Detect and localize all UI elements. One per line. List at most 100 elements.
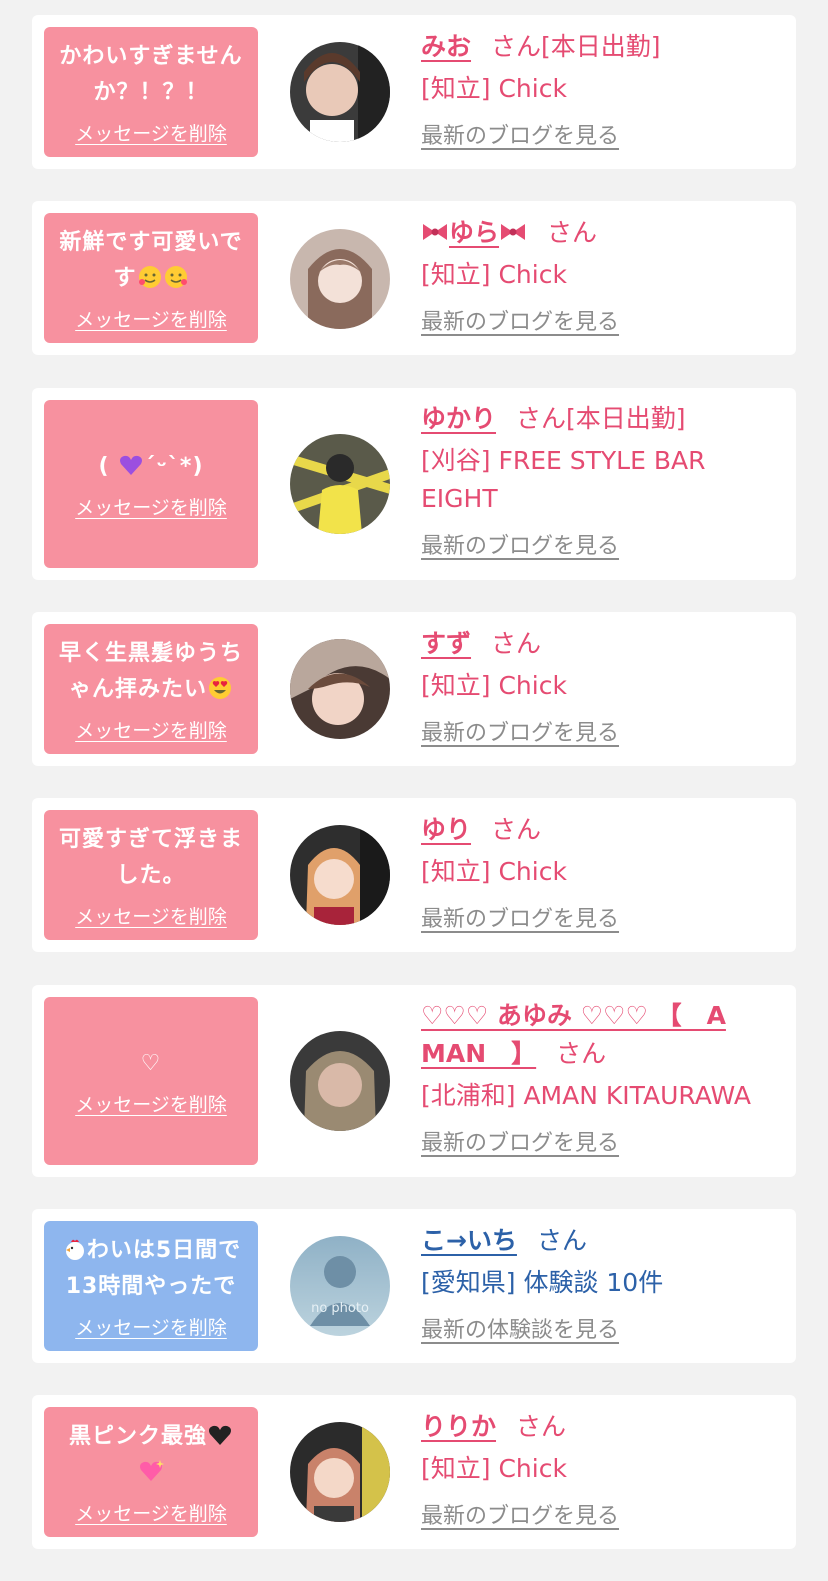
message-bubble: 可愛すぎて浮きま した。 メッセージを削除 [44,810,258,940]
message-text: 黒ピンク最強 [69,1419,233,1491]
smiling-face-with-hearts-icon [138,265,161,288]
message-bubble: ( ´ᵕ`*) メッセージを削除 [44,400,258,568]
delete-message-link[interactable]: メッセージを削除 [75,305,227,332]
message-line: 黒ピンク最強 [69,1419,233,1455]
delete-message-link[interactable]: メッセージを削除 [75,119,227,146]
avatar[interactable] [290,434,390,534]
message-line: ♡ [140,1050,162,1076]
cast-name-link[interactable]: すず [421,629,471,658]
delete-message-link[interactable]: メッセージを削除 [75,716,227,743]
message-line: 可愛すぎて浮きま [58,826,243,852]
san-label: さん [556,1039,607,1068]
message-line: かわいすぎません [59,43,243,69]
avatar[interactable] [290,229,390,329]
name-line: ♡♡♡ あゆみ ♡♡♡ 【 A MAN 】さん [421,997,782,1073]
name-line: ゆかり さん[本日出勤] [421,400,782,438]
card-info: ゆら さん [知立] Chick 最新のブログを見る [421,214,782,342]
delete-message-link[interactable]: メッセージを削除 [75,1313,227,1340]
name-line: りりか さん [421,1408,782,1446]
san-label: さん [516,1412,567,1441]
delete-message-link[interactable]: メッセージを削除 [75,902,227,929]
name-line: こ→いち さん [421,1222,782,1260]
avatar[interactable] [290,1422,390,1522]
review-count: [愛知県] 体験談 10件 [421,1268,664,1297]
avatar-photo-icon [290,434,390,534]
latest-blog-link[interactable]: 最新のブログを見る [421,528,619,566]
avatar-photo-icon [290,42,390,142]
delete-message-link[interactable]: メッセージを削除 [75,1090,227,1117]
cast-name-link[interactable]: みお [421,32,471,61]
name-line: みお さん[本日出勤] [421,28,782,66]
message-bubble: 早く生黒髪ゆうち ゃん拝みたい メッセージを削除 [44,624,258,754]
cast-name-link[interactable]: ゆかり [421,404,496,433]
san-label: さん [491,629,542,658]
message-card: ♡ メッセージを削除 ♡♡♡ あゆみ ♡♡♡ 【 A MAN 】さん [北浦和]… [32,985,796,1177]
cast-name-link[interactable]: MAN 】 [421,1039,536,1068]
latest-blog-link[interactable]: 最新のブログを見る [421,901,619,939]
avatar-photo-icon [290,825,390,925]
avatar[interactable] [290,42,390,142]
san-label: さん [491,815,542,844]
card-info: ♡♡♡ あゆみ ♡♡♡ 【 A MAN 】さん [北浦和] AMAN KITAU… [421,997,782,1163]
latest-blog-link[interactable]: 最新のブログを見る [421,304,619,342]
reviewer-name-link[interactable]: こ→いち [421,1226,517,1255]
card-info: こ→いち さん [愛知県] 体験談 10件 最新の体験談を見る [421,1222,782,1350]
message-line: わいは5日間で [61,1233,241,1269]
shop-name: [北浦和] AMAN KITAURAWA [421,1081,751,1110]
card-info: りりか さん [知立] Chick 最新のブログを見る [421,1408,782,1536]
card-info: みお さん[本日出勤] [知立] Chick 最新のブログを見る [421,28,782,156]
message-card: 早く生黒髪ゆうち ゃん拝みたい メッセージを削除 すず さん [知立] Chick… [32,612,796,766]
latest-blog-link[interactable]: 最新のブログを見る [421,715,619,753]
ribbon-bow-icon [423,224,447,240]
message-bubble: 黒ピンク最強 メッセージを削除 [44,1407,258,1537]
message-text: 新鮮です可愛いで す [59,225,242,297]
delete-message-link[interactable]: メッセージを削除 [75,493,227,520]
no-photo-silhouette-icon: no photo [290,1236,390,1336]
san-label: さん[本日出勤] [516,404,686,433]
message-line: ゃん拝みたい [59,672,243,708]
message-line: 早く生黒髪ゆうち [58,640,243,666]
cast-name-link[interactable]: ゆら [421,218,527,247]
no-photo-caption: no photo [311,1301,369,1316]
latest-review-link[interactable]: 最新の体験談を見る [421,1312,619,1350]
card-info: ゆかり さん[本日出勤] [刈谷] FREE STYLE BAR EIGHT 最新… [421,400,782,566]
avatar[interactable] [290,639,390,739]
avatar[interactable] [290,825,390,925]
avatar-photo-icon [290,1031,390,1131]
latest-blog-link[interactable]: 最新のブログを見る [421,1125,619,1163]
name-line: ゆり さん [421,811,782,849]
cast-name-link[interactable]: ゆり [421,815,471,844]
avatar[interactable]: no photo [290,1236,390,1336]
san-label: さん[本日出勤] [491,32,661,61]
cast-name-link[interactable]: ♡♡♡ あゆみ ♡♡♡ 【 A [421,997,782,1035]
message-line: した。 [116,862,186,888]
avatar[interactable] [290,1031,390,1131]
shop-line: EIGHT [421,484,498,513]
shop-name: [知立] Chick [421,857,567,886]
message-line: ( ´ᵕ`*) [98,453,204,479]
shop-name: [刈谷] FREE STYLE BAR EIGHT [421,442,782,518]
message-text: わいは5日間で 13時間やったで [61,1233,241,1305]
name-line: ゆら さん [421,214,782,252]
message-card: ( ´ᵕ`*) メッセージを削除 ゆかり さん[本日出勤] [刈谷] FREE S… [32,388,796,580]
message-text: 可愛すぎて浮きま した。 [59,822,243,894]
message-card: 黒ピンク最強 メッセージを削除 りりか さん [知立] Chick 最新のブログを… [32,1395,796,1549]
message-card: 新鮮です可愛いで す メッセージを削除 ゆら さん [知立] Chick 最新のブ… [32,201,796,355]
latest-blog-link[interactable]: 最新のブログを見る [421,1498,619,1536]
purple-heart-icon [120,455,143,475]
message-line: 13時間やったで [65,1273,237,1299]
rooster-icon [65,1239,84,1260]
card-info: すず さん [知立] Chick 最新のブログを見る [421,625,782,753]
smiling-face-with-hearts-icon [164,265,187,288]
card-info: ゆり さん [知立] Chick 最新のブログを見る [421,811,782,939]
cast-name-link[interactable]: りりか [421,1412,496,1441]
message-line: 新鮮です可愛いで [59,229,243,255]
message-bubble: ♡ メッセージを削除 [44,997,258,1165]
message-text: かわいすぎません か？！？！ [59,39,242,111]
ribbon-bow-icon [501,224,526,240]
message-bubble: わいは5日間で 13時間やったで メッセージを削除 [44,1221,258,1351]
name-line: すず さん [421,625,782,663]
message-card: わいは5日間で 13時間やったで メッセージを削除 no photo こ→いちさ… [32,1209,796,1363]
latest-blog-link[interactable]: 最新のブログを見る [421,118,619,156]
delete-message-link[interactable]: メッセージを削除 [75,1499,227,1526]
